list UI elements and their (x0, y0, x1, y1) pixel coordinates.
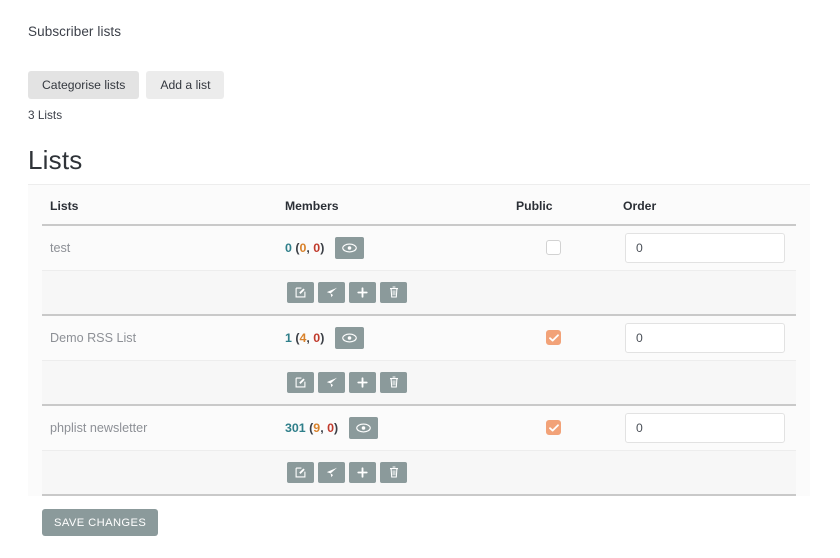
column-header-order: Order (623, 185, 796, 226)
save-changes-button[interactable]: SAVE CHANGES (42, 509, 159, 536)
members-cell: 301 (9, 0) (285, 405, 516, 451)
table-row: Demo RSS List 1 (4, 0) (42, 315, 796, 361)
add-subscriber-icon[interactable] (349, 461, 376, 483)
send-campaign-icon[interactable] (318, 371, 345, 393)
list-name[interactable]: Demo RSS List (42, 331, 285, 345)
edit-icon[interactable] (287, 281, 314, 303)
eye-icon[interactable] (349, 416, 379, 439)
order-input[interactable] (625, 322, 785, 353)
public-checkbox[interactable] (546, 420, 561, 436)
list-count-text: 3 Lists (28, 108, 63, 122)
eye-icon[interactable] (335, 236, 365, 259)
order-cell (623, 225, 796, 271)
save-changes-container: SAVE CHANGES (42, 509, 159, 536)
add-a-list-button[interactable]: Add a list (146, 71, 225, 99)
list-name-cell: Demo RSS List (42, 315, 285, 361)
list-name[interactable]: test (42, 241, 285, 255)
delete-icon[interactable] (380, 371, 407, 393)
public-cell (516, 405, 623, 451)
table-row: test 0 (0, 0) (42, 225, 796, 271)
lists-table: Lists Members Public Order test 0 (0, 0) (42, 185, 796, 496)
list-name-cell: phplist newsletter (42, 405, 285, 451)
order-cell (623, 315, 796, 361)
edit-icon[interactable] (287, 461, 314, 483)
page-title: Lists (28, 145, 83, 175)
add-subscriber-icon[interactable] (349, 281, 376, 303)
column-header-public: Public (516, 185, 623, 226)
lists-panel: Lists Members Public Order test 0 (0, 0) (28, 184, 810, 496)
categorise-lists-button[interactable]: Categorise lists (28, 71, 140, 99)
toolbar: Categorise lists Add a list (28, 71, 225, 99)
add-subscriber-icon[interactable] (349, 371, 376, 393)
row-actions (42, 450, 796, 496)
member-counts: 0 (0, 0) (285, 240, 325, 255)
column-header-lists: Lists (42, 185, 285, 226)
list-name-cell: test (42, 225, 285, 271)
members-cell: 0 (0, 0) (285, 225, 516, 271)
lists-table-body: test 0 (0, 0) 0 Demo RSS List 1 (4, 0) 0… (42, 225, 796, 496)
list-name[interactable]: phplist newsletter (42, 421, 285, 435)
send-campaign-icon[interactable] (318, 281, 345, 303)
members-cell: 1 (4, 0) (285, 315, 516, 361)
order-input[interactable] (625, 232, 785, 263)
page-root: Subscriber lists Categorise lists Add a … (0, 0, 840, 558)
delete-icon[interactable] (380, 461, 407, 483)
row-actions (42, 360, 796, 406)
edit-icon[interactable] (287, 371, 314, 393)
order-input[interactable] (625, 412, 785, 443)
public-checkbox[interactable] (546, 330, 561, 346)
send-campaign-icon[interactable] (318, 461, 345, 483)
eye-icon[interactable] (335, 326, 365, 349)
row-actions (42, 270, 796, 316)
breadcrumb: Subscriber lists (28, 24, 122, 39)
order-cell (623, 405, 796, 451)
public-cell (516, 225, 623, 271)
public-checkbox[interactable] (546, 240, 561, 256)
table-row: phplist newsletter 301 (9, 0) (42, 405, 796, 451)
public-cell (516, 315, 623, 361)
member-counts: 1 (4, 0) (285, 330, 325, 345)
delete-icon[interactable] (380, 281, 407, 303)
member-counts: 301 (9, 0) (285, 420, 339, 435)
column-header-members: Members (285, 185, 516, 226)
table-header-row: Lists Members Public Order (42, 185, 796, 226)
